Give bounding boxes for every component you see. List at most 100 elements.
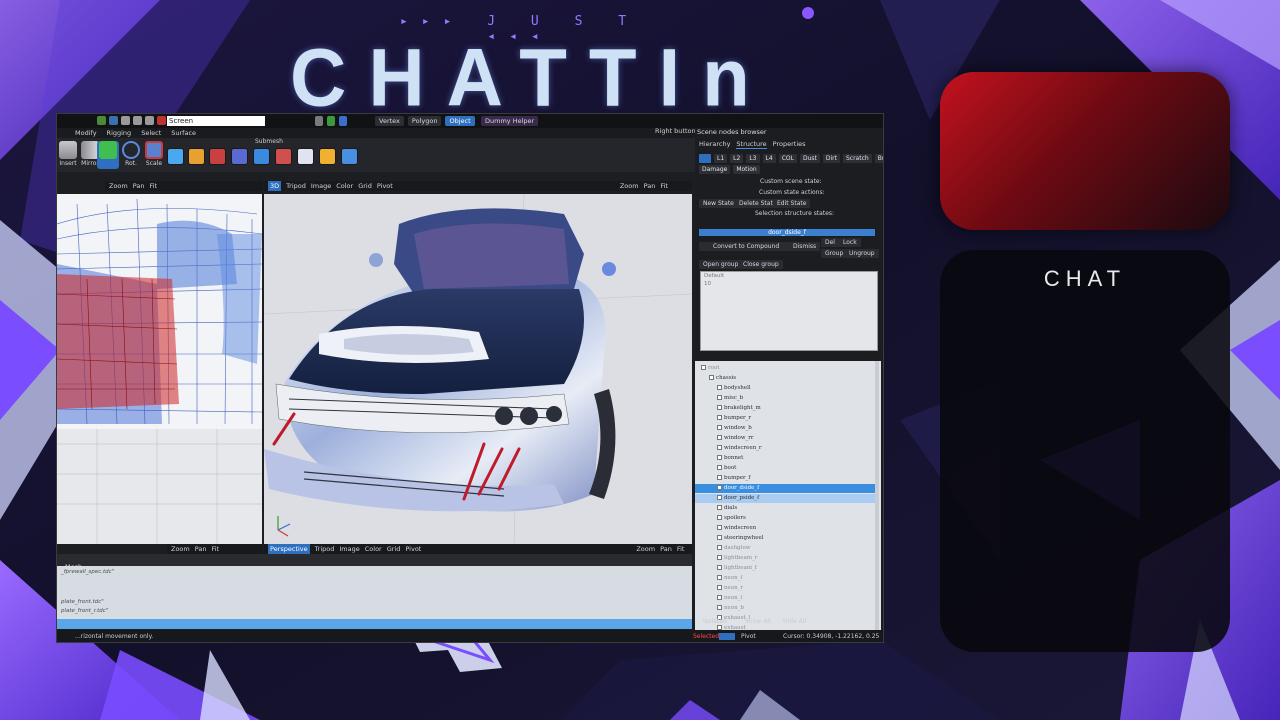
state-l3[interactable]: L3 bbox=[746, 154, 760, 163]
visibility-checkbox[interactable] bbox=[717, 555, 722, 560]
mode-polygon[interactable]: Polygon bbox=[407, 116, 442, 126]
rotate-tool[interactable]: Rot. bbox=[120, 141, 142, 169]
perspective-viewport[interactable] bbox=[264, 194, 692, 544]
menu-surface[interactable]: Surface bbox=[171, 128, 196, 138]
tree-item[interactable]: bumper_r bbox=[695, 414, 875, 423]
left-pan[interactable]: Pan bbox=[133, 181, 145, 191]
b-pivot[interactable]: Pivot bbox=[405, 544, 421, 554]
bl-pan[interactable]: Pan bbox=[195, 544, 207, 554]
tree-item[interactable]: boot bbox=[695, 464, 875, 473]
tab-hierarchy[interactable]: Hierarchy bbox=[699, 140, 730, 149]
attach-icon[interactable] bbox=[231, 148, 248, 165]
tree-item[interactable]: windscreen bbox=[695, 524, 875, 533]
hide-all-button[interactable]: Hide All bbox=[783, 618, 806, 625]
state-base[interactable] bbox=[699, 154, 711, 163]
delete-icon[interactable] bbox=[157, 116, 166, 125]
state-l1[interactable]: L1 bbox=[714, 154, 728, 163]
tree-item[interactable]: windscreen_r bbox=[695, 444, 875, 453]
extrude-icon[interactable] bbox=[297, 148, 314, 165]
bl-zoom[interactable]: Zoom bbox=[171, 544, 190, 554]
scale-tool[interactable]: Scale bbox=[143, 141, 165, 169]
main-fit[interactable]: Fit bbox=[660, 181, 668, 191]
visibility-checkbox[interactable] bbox=[709, 375, 714, 380]
br-pan[interactable]: Pan bbox=[660, 544, 672, 554]
main-pan[interactable]: Pan bbox=[644, 181, 656, 191]
menu-select[interactable]: Select bbox=[141, 128, 161, 138]
visibility-checkbox[interactable] bbox=[717, 585, 722, 590]
move-tool[interactable] bbox=[97, 141, 119, 169]
z-axis-toggle[interactable] bbox=[339, 116, 347, 126]
tree-item[interactable]: misc_b bbox=[695, 394, 875, 403]
lock-button[interactable]: Lock bbox=[839, 238, 861, 247]
insert-tool[interactable]: Insert bbox=[57, 141, 79, 169]
ungroup-button[interactable]: Ungroup bbox=[845, 249, 879, 258]
detach-icon[interactable] bbox=[209, 148, 226, 165]
group-button[interactable]: Group bbox=[821, 249, 848, 258]
state-scratch[interactable]: Scratch bbox=[842, 154, 872, 163]
tree-item[interactable]: spoilers bbox=[695, 514, 875, 523]
visibility-checkbox[interactable] bbox=[717, 485, 722, 490]
tree-item[interactable]: steeringwheel bbox=[695, 534, 875, 543]
left-zoom[interactable]: Zoom bbox=[109, 181, 128, 191]
convert-compound-button[interactable]: Convert to Compound bbox=[699, 242, 784, 251]
state-col[interactable]: COL bbox=[778, 154, 797, 163]
b-grid[interactable]: Grid bbox=[387, 544, 401, 554]
side-viewport[interactable] bbox=[57, 194, 262, 544]
tree-item[interactable]: door_dside_f bbox=[695, 484, 875, 493]
console-tab[interactable]: Mesh bbox=[57, 554, 692, 571]
cube-icon[interactable] bbox=[167, 148, 184, 165]
dismiss-button[interactable]: Dismiss bbox=[781, 242, 821, 251]
state-burn[interactable]: Burn bbox=[874, 154, 883, 163]
smooth-icon[interactable] bbox=[188, 148, 205, 165]
tab-structure[interactable]: Structure bbox=[736, 140, 767, 149]
visibility-checkbox[interactable] bbox=[717, 535, 722, 540]
image-button[interactable]: Image bbox=[311, 181, 331, 191]
mode-vertex[interactable]: Vertex bbox=[375, 116, 404, 126]
tree-item[interactable]: neon_f bbox=[695, 574, 875, 583]
state-dirt[interactable]: Dirt bbox=[822, 154, 840, 163]
visibility-checkbox[interactable] bbox=[717, 405, 722, 410]
visibility-checkbox[interactable] bbox=[717, 385, 722, 390]
b-tripod[interactable]: Tripod bbox=[315, 544, 335, 554]
scene-tree[interactable]: root chassis bodyshell misc_b brakelight_m bu… bbox=[695, 361, 881, 631]
motion-dropdown[interactable]: Motion bbox=[733, 165, 760, 174]
close-group-button[interactable]: Close group bbox=[739, 260, 783, 269]
weld-icon[interactable] bbox=[253, 148, 270, 165]
tree-item[interactable]: chassis bbox=[695, 374, 875, 383]
tree-item[interactable]: lightbeam_r bbox=[695, 554, 875, 563]
visibility-checkbox[interactable] bbox=[717, 605, 722, 610]
coordinate-space-dropdown[interactable]: Screen bbox=[167, 116, 265, 126]
tree-item[interactable]: lightbeam_f bbox=[695, 564, 875, 573]
state-list[interactable]: Default 10 bbox=[700, 271, 878, 351]
tree-item[interactable]: dashglow bbox=[695, 544, 875, 553]
br-zoom[interactable]: Zoom bbox=[636, 544, 655, 554]
tree-scrollbar[interactable] bbox=[875, 361, 879, 631]
tree-item[interactable]: neon_r bbox=[695, 584, 875, 593]
undo-icon[interactable] bbox=[133, 116, 142, 125]
tree-item[interactable]: bodyshell bbox=[695, 384, 875, 393]
tab-properties[interactable]: Properties bbox=[773, 140, 806, 149]
tree-item[interactable]: brakelight_m bbox=[695, 404, 875, 413]
state-dust[interactable]: Dust bbox=[799, 154, 820, 163]
visibility-checkbox[interactable] bbox=[717, 595, 722, 600]
visibility-checkbox[interactable] bbox=[701, 365, 706, 370]
visibility-checkbox[interactable] bbox=[717, 465, 722, 470]
visibility-checkbox[interactable] bbox=[717, 455, 722, 460]
visibility-checkbox[interactable] bbox=[717, 565, 722, 570]
visibility-checkbox[interactable] bbox=[717, 515, 722, 520]
dummy-helper-button[interactable]: Dummy Helper bbox=[481, 116, 539, 126]
edit-state-button[interactable]: Edit State bbox=[773, 199, 811, 208]
del-button[interactable]: Del bbox=[821, 238, 839, 247]
b-color[interactable]: Color bbox=[365, 544, 382, 554]
main-zoom[interactable]: Zoom bbox=[620, 181, 639, 191]
view-3d-button[interactable]: 3D bbox=[268, 181, 282, 191]
menu-rigging[interactable]: Rigging bbox=[107, 128, 132, 138]
visibility-checkbox[interactable] bbox=[717, 395, 722, 400]
pivot-button[interactable]: Pivot bbox=[377, 181, 393, 191]
perspective-button[interactable]: Perspective bbox=[268, 544, 310, 554]
color-button[interactable]: Color bbox=[336, 181, 353, 191]
visibility-checkbox[interactable] bbox=[717, 415, 722, 420]
tree-item[interactable]: window_b bbox=[695, 424, 875, 433]
tree-item[interactable]: door_pside_f bbox=[695, 494, 875, 503]
visibility-checkbox[interactable] bbox=[717, 475, 722, 480]
